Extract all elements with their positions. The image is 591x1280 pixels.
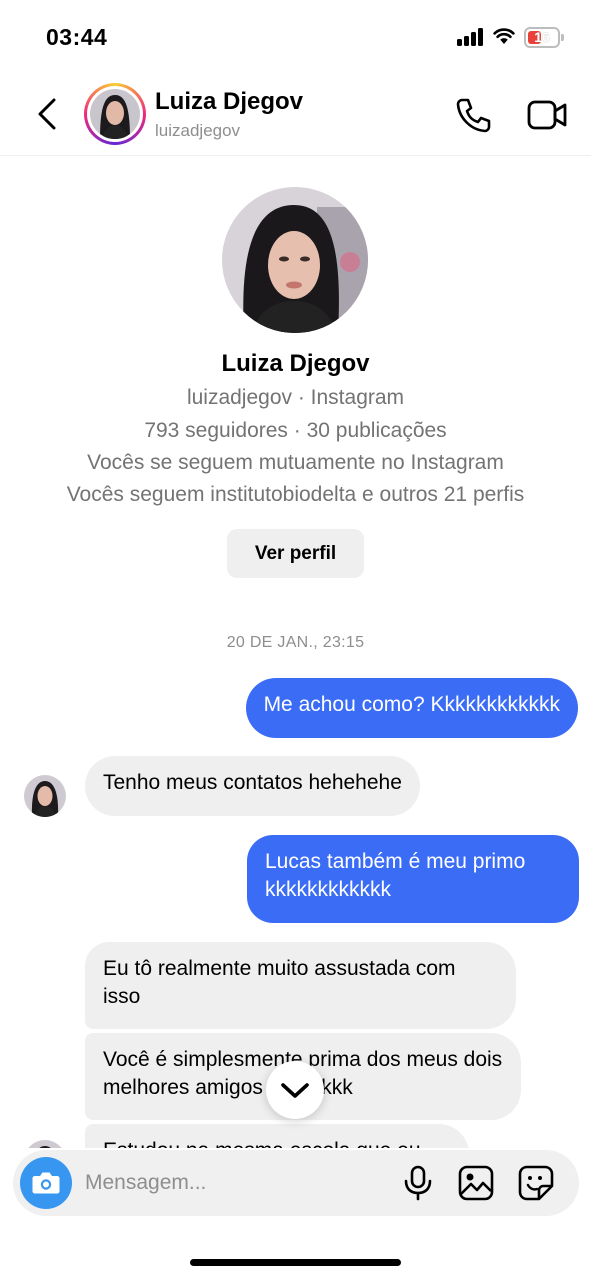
message-clip-area: Estudou na mesma escola que eu [0,1124,591,1148]
wifi-icon [493,28,515,44]
microphone-icon[interactable] [402,1165,434,1201]
profile-mutual-follow: Vocês se seguem mutuamente no Instagram [87,451,504,474]
message-incoming[interactable]: Eu tô realmente muito assustada com isso [85,942,516,1029]
scroll-to-bottom-button[interactable] [266,1061,324,1119]
phone-icon[interactable] [453,95,493,135]
gallery-icon[interactable] [457,1164,495,1202]
profile-subtitle: luizadjegov · Instagram [186,386,405,409]
sender-avatar[interactable] [24,775,66,817]
sticker-icon[interactable] [517,1164,555,1202]
message-incoming[interactable]: Tenho meus contatos hehehehe [85,756,420,816]
profile-photo[interactable] [222,187,368,333]
profile-stats: 793 seguidores · 30 publicações [144,419,447,442]
cellular-signal-icon [457,28,485,46]
battery-level: 16 [534,29,550,45]
message-composer [13,1150,579,1216]
status-time: 03:44 [46,24,108,50]
home-indicator [190,1259,401,1266]
profile-name: Luiza Djegov [221,350,370,377]
battery-icon: 16 [524,27,564,48]
camera-icon [32,1172,60,1194]
header-contact-name[interactable]: Luiza Djegov [155,88,303,116]
header-avatar[interactable] [84,83,146,145]
message-input[interactable] [85,1163,385,1203]
avatar-photo [90,89,140,139]
sender-avatar[interactable] [24,1140,66,1148]
view-profile-button[interactable]: Ver perfil [227,529,364,578]
back-chevron-icon[interactable] [30,94,66,134]
chat-header: Luiza Djegov luizadjegov [0,70,591,156]
message-outgoing[interactable]: Me achou como? Kkkkkkkkkkkk [245,678,578,738]
date-separator: 20 DE JAN., 23:15 [226,634,365,651]
message-outgoing[interactable]: Lucas também é meu primo kkkkkkkkkkkk [247,835,579,923]
message-incoming[interactable]: Estudou na mesma escola que eu [85,1124,469,1148]
camera-button[interactable] [20,1157,72,1209]
header-username: luizadjegov [155,121,241,140]
video-camera-icon[interactable] [526,95,568,135]
profile-followed-by: Vocês seguem institutobiodelta e outros … [66,483,525,506]
status-bar: 03:44 16 [0,0,591,70]
chevron-down-icon [281,1083,309,1098]
